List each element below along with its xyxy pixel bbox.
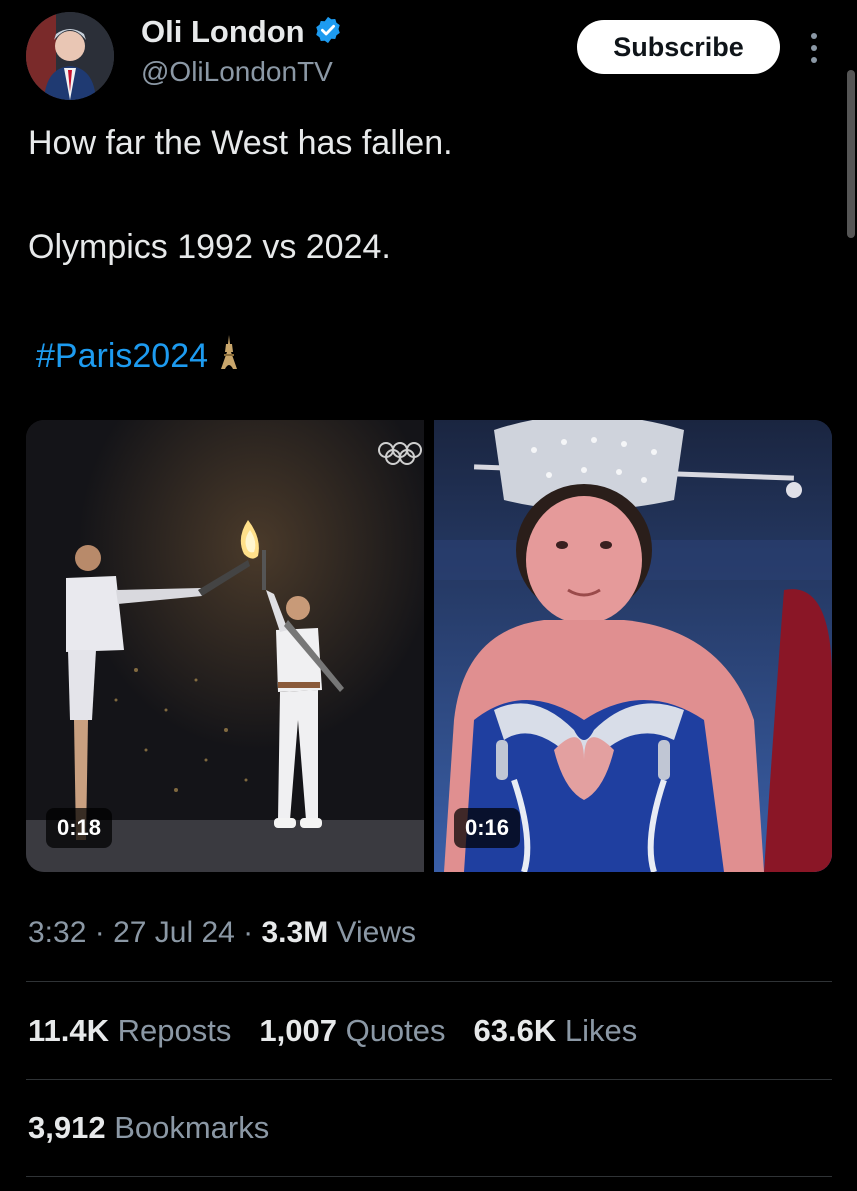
tweet-page: Oli London @OliLondonTV Subscribe How fa… [0, 0, 857, 1191]
bookmarks-label: Bookmarks [114, 1110, 270, 1145]
video-1992-torch[interactable]: 0:18 [26, 420, 424, 872]
bookmarks-stat[interactable]: 3,912 Bookmarks [28, 1110, 269, 1146]
likes-label: Likes [564, 1013, 638, 1048]
video-thumbnail-2024 [434, 420, 832, 872]
video-duration-badge: 0:16 [454, 808, 521, 848]
author-handle[interactable]: @OliLondonTV [141, 56, 333, 88]
tweet-text-line-2: Olympics 1992 vs 2024. [28, 228, 391, 266]
views-count: 3.3M [261, 916, 329, 949]
video-thumbnail-1992 [26, 420, 424, 872]
subscribe-button[interactable]: Subscribe [577, 20, 780, 74]
tweet-date[interactable]: 27 Jul 24 [113, 916, 235, 949]
reposts-stat[interactable]: 11.4K Reposts [28, 1013, 231, 1049]
tweet-text-line-1: How far the West has fallen. [28, 124, 453, 162]
quotes-count: 1,007 [259, 1013, 337, 1048]
reposts-label: Reposts [117, 1013, 232, 1048]
divider [26, 981, 832, 982]
likes-stat[interactable]: 63.6K Likes [474, 1013, 638, 1049]
eiffel-tower-icon [218, 334, 240, 379]
avatar-photo [26, 12, 114, 100]
hashtag-link[interactable]: #Paris2024 [36, 334, 240, 379]
author-name-row[interactable]: Oli London [141, 14, 343, 50]
views-label: Views [336, 916, 417, 949]
tweet-time[interactable]: 3:32 [28, 916, 86, 949]
verified-badge-icon [313, 15, 343, 50]
reposts-count: 11.4K [28, 1013, 110, 1048]
video-2024-performer[interactable]: 0:16 [434, 420, 832, 872]
engagement-stats: 11.4K Reposts 1,007 Quotes 63.6K Likes [28, 1013, 637, 1049]
avatar[interactable] [26, 12, 114, 100]
more-options-icon[interactable] [800, 28, 828, 68]
divider [26, 1079, 832, 1080]
tweet-meta: 3:32 · 27 Jul 24 · 3.3M Views [28, 916, 417, 949]
hashtag-text[interactable]: #Paris2024 [36, 337, 208, 376]
quotes-label: Quotes [345, 1013, 446, 1048]
video-duration-badge: 0:18 [46, 808, 113, 848]
author-display-name[interactable]: Oli London [141, 14, 305, 50]
likes-count: 63.6K [473, 1013, 557, 1048]
scrollbar[interactable] [847, 70, 855, 238]
quotes-stat[interactable]: 1,007 Quotes [259, 1013, 445, 1049]
bookmarks-count: 3,912 [28, 1110, 106, 1145]
divider [26, 1176, 832, 1177]
